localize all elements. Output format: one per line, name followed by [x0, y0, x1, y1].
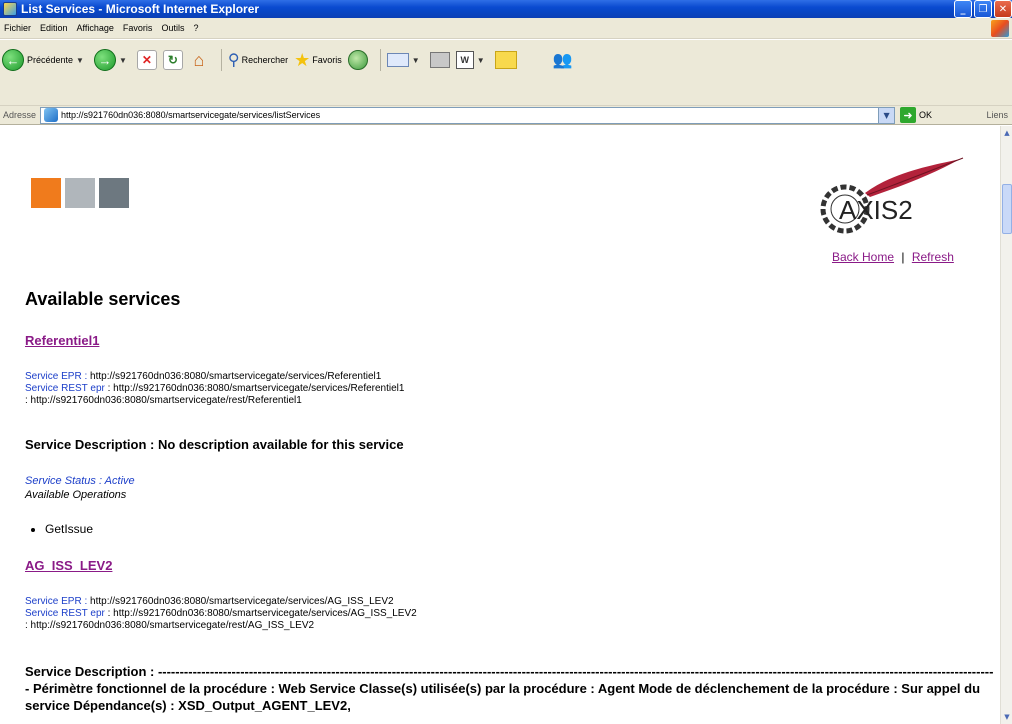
back-label: Précédente	[27, 55, 74, 65]
service-description: Service Description : ------------------…	[25, 664, 994, 713]
menu-help[interactable]: ?	[193, 23, 198, 33]
scroll-down-icon[interactable]: ▼	[1002, 712, 1012, 722]
page-content: AXIS2 Back Home | Refresh Available serv…	[0, 126, 1000, 724]
menu-outils[interactable]: Outils	[161, 23, 184, 33]
address-bar: Adresse http://s921760dn036:8080/smartse…	[0, 106, 1012, 125]
window-title: List Services - Microsoft Internet Explo…	[21, 2, 260, 16]
go-arrow-icon: ➜	[900, 107, 917, 123]
scroll-thumb[interactable]	[1002, 184, 1012, 234]
toolbar-separator	[379, 49, 381, 71]
edit-dropdown-icon[interactable]: ▼	[477, 56, 485, 65]
window-title-bar: List Services - Microsoft Internet Explo…	[0, 0, 1012, 18]
epr-value: http://s921760dn036:8080/smartservicegat…	[90, 596, 394, 607]
epr-value: http://s921760dn036:8080/smartservicegat…	[90, 371, 382, 382]
dark-gray-square	[99, 178, 129, 208]
history-button[interactable]	[347, 50, 368, 70]
epr-label: Service EPR :	[25, 596, 88, 607]
forward-dropdown-icon[interactable]: ▼	[119, 56, 127, 65]
search-button[interactable]: ⚲ Rechercher	[228, 50, 288, 70]
history-icon	[347, 50, 368, 70]
link-separator: |	[901, 250, 905, 264]
forward-arrow-icon: →	[93, 49, 116, 71]
forward-button[interactable]: → ▼	[93, 49, 131, 71]
service-status-block: Service Status : Active Available Operat…	[25, 474, 135, 502]
window-controls: _ ❐ ✕	[954, 0, 1012, 18]
service-status: Service Status : Active	[25, 475, 135, 487]
address-url[interactable]: http://s921760dn036:8080/smartservicegat…	[61, 110, 320, 120]
menu-favoris[interactable]: Favoris	[123, 23, 153, 33]
back-home-link[interactable]: Back Home	[832, 250, 894, 264]
stop-button[interactable]: ✕	[136, 50, 157, 70]
menu-affichage[interactable]: Affichage	[77, 23, 114, 33]
stop-icon: ✕	[136, 50, 157, 70]
favorites-label: Favoris	[312, 55, 342, 65]
rest-label: Service REST epr	[25, 608, 105, 619]
favorites-star-icon: ★	[294, 49, 311, 70]
epr-label: Service EPR :	[25, 371, 88, 382]
rest-value-2: : http://s921760dn036:8080/smartserviceg…	[25, 620, 315, 631]
mail-icon	[386, 53, 409, 67]
light-gray-square	[65, 178, 95, 208]
close-button[interactable]: ✕	[994, 0, 1012, 18]
scroll-up-icon[interactable]: ▲	[1002, 128, 1012, 138]
rest-value: : http://s921760dn036:8080/smartserviceg…	[107, 608, 417, 619]
orange-square	[31, 178, 61, 208]
refresh-link[interactable]: Refresh	[912, 250, 954, 264]
print-icon	[429, 52, 450, 68]
axis2-logo: AXIS2	[820, 157, 964, 234]
word-icon: W	[455, 51, 474, 69]
operations-list: GetIssue	[35, 522, 93, 536]
favorites-button[interactable]: ★ Favoris	[294, 50, 342, 71]
top-links: Back Home | Refresh	[832, 250, 954, 264]
rest-value-2: : http://s921760dn036:8080/smartserviceg…	[25, 395, 302, 406]
toolbar: ← Précédente ▼ → ▼ ✕ ↻ ⌂ ⚲ Rechercher ★ …	[0, 40, 1012, 106]
service-link-ag-iss-lev2[interactable]: AG_ISS_LEV2	[25, 558, 112, 573]
print-button[interactable]	[429, 52, 450, 68]
mail-dropdown-icon[interactable]: ▼	[412, 56, 420, 65]
page-title: Available services	[25, 289, 181, 309]
windows-logo-icon	[991, 20, 1009, 37]
service-link-referentiel1[interactable]: Referentiel1	[25, 333, 99, 348]
maximize-button[interactable]: ❐	[974, 0, 992, 18]
links-button[interactable]: Liens	[986, 110, 1008, 120]
home-button[interactable]: ⌂	[189, 50, 209, 70]
search-icon: ⚲	[227, 52, 240, 69]
search-label: Rechercher	[241, 55, 289, 65]
refresh-icon: ↻	[162, 50, 183, 70]
refresh-button[interactable]: ↻	[162, 50, 183, 70]
mail-button[interactable]: ▼	[386, 53, 424, 67]
folder-icon	[494, 51, 517, 69]
back-arrow-icon: ←	[2, 49, 24, 71]
edit-word-button[interactable]: W ▼	[455, 51, 489, 69]
minimize-button[interactable]: _	[954, 0, 972, 18]
axis2-logo-text: AXIS2	[839, 195, 913, 225]
back-button[interactable]: ← Précédente ▼	[2, 49, 88, 71]
menu-bar: Fichier Edition Affichage Favoris Outils…	[0, 18, 1012, 39]
operation-item: GetIssue	[45, 522, 93, 536]
back-dropdown-icon[interactable]: ▼	[76, 56, 84, 65]
service-description: Service Description : No description ava…	[25, 437, 404, 452]
ie-page-icon	[3, 2, 17, 16]
messenger-icon: 👥	[552, 52, 573, 69]
go-label: OK	[919, 110, 933, 120]
address-label: Adresse	[3, 110, 37, 120]
service-meta: Service EPR : http://s921760dn036:8080/s…	[25, 371, 404, 407]
service-meta: Service EPR : http://s921760dn036:8080/s…	[25, 596, 417, 632]
messenger-button[interactable]: 👥	[553, 50, 573, 70]
page-icon	[44, 108, 59, 122]
menu-fichier[interactable]: Fichier	[4, 23, 31, 33]
rest-label: Service REST epr	[25, 383, 105, 394]
go-button[interactable]: ➜ OK	[900, 107, 932, 123]
rest-value: : http://s921760dn036:8080/smartserviceg…	[107, 383, 405, 394]
toolbar-separator	[220, 49, 222, 71]
menu-edition[interactable]: Edition	[40, 23, 68, 33]
folder-button[interactable]	[494, 51, 517, 69]
available-operations-label: Available Operations	[25, 489, 127, 501]
brand-squares	[31, 178, 129, 208]
address-input[interactable]: http://s921760dn036:8080/smartservicegat…	[40, 106, 896, 124]
vertical-scrollbar[interactable]: ▲ ▼	[1000, 126, 1012, 724]
address-dropdown-icon[interactable]: ▼	[878, 107, 895, 123]
home-icon: ⌂	[193, 49, 205, 70]
